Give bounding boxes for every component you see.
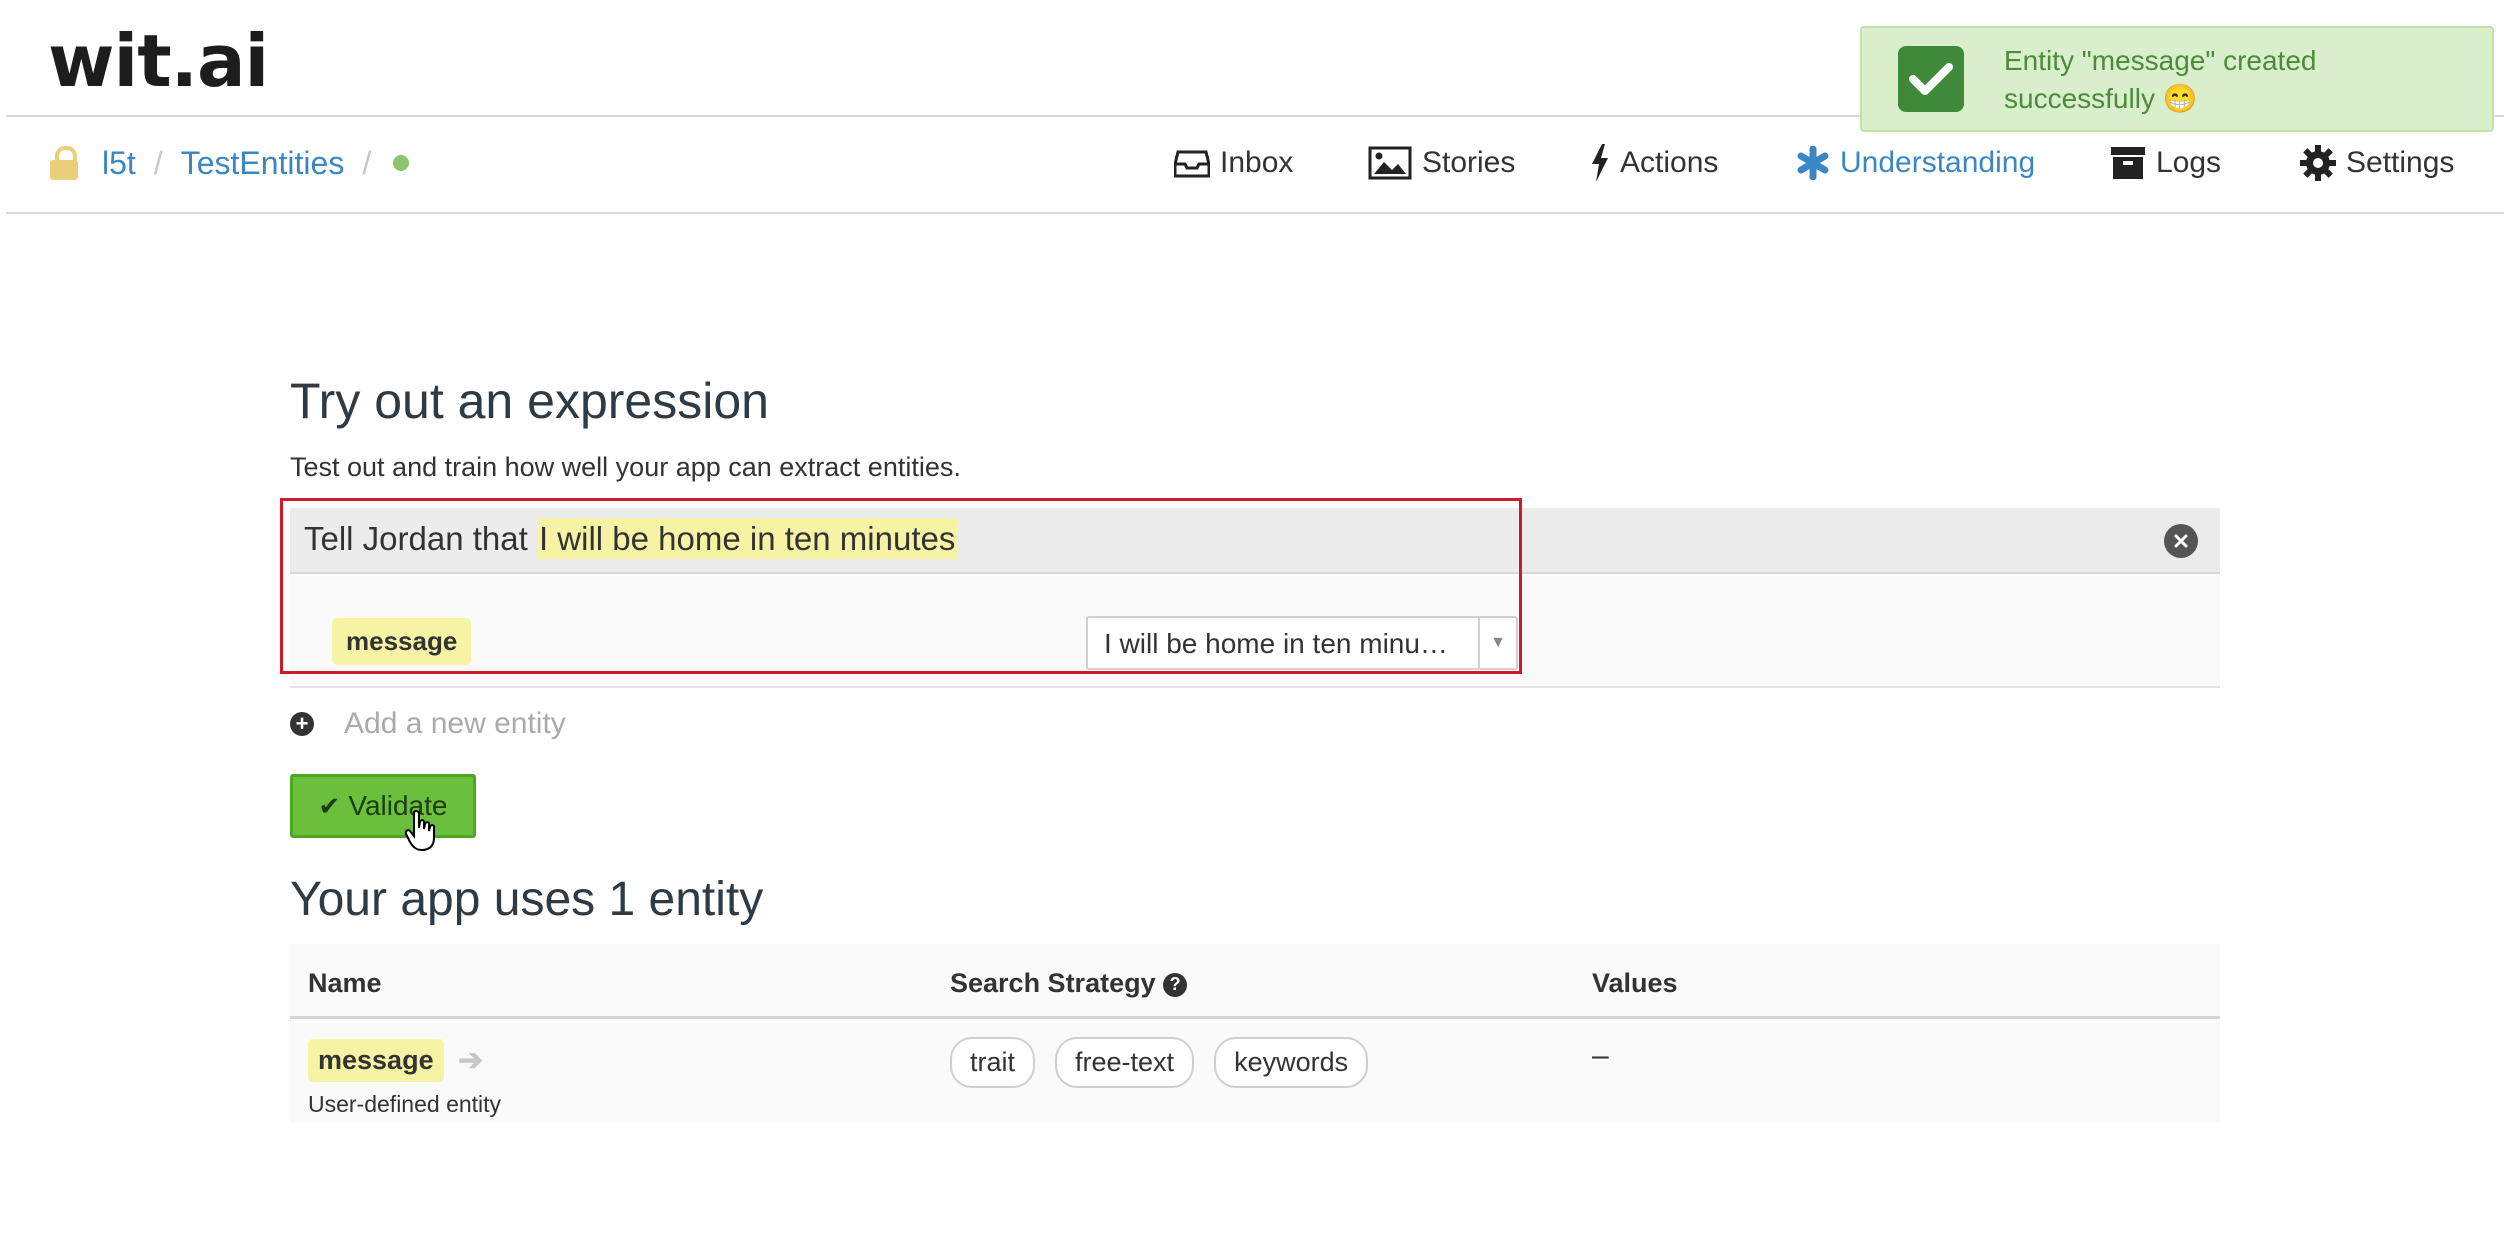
bolt-icon	[1592, 144, 1608, 182]
entity-values: –	[1592, 1039, 1609, 1072]
nav-logs[interactable]: Logs	[2110, 140, 2221, 186]
nav-stories-label: Stories	[1422, 146, 1516, 179]
breadcrumb-app[interactable]: TestEntities	[181, 145, 345, 182]
check-icon: ✔	[318, 790, 341, 821]
strategy-pill[interactable]: free-text	[1055, 1037, 1195, 1088]
nav-inbox-label: Inbox	[1220, 146, 1294, 179]
help-icon[interactable]: ?	[1163, 972, 1188, 997]
breadcrumb-user[interactable]: l5t	[102, 145, 136, 182]
column-name: Name	[308, 968, 382, 998]
breadcrumb: l5t / TestEntities /	[50, 140, 410, 186]
strategy-pill[interactable]: trait	[950, 1037, 1036, 1088]
check-icon	[1898, 46, 1964, 112]
nav-stories[interactable]: Stories	[1368, 140, 1515, 186]
logo[interactable]: wit.ai	[48, 16, 269, 106]
table-header: Name Search Strategy ? Values	[290, 944, 2220, 1019]
image-icon	[1368, 146, 1412, 180]
tryout-subtitle: Test out and train how well your app can…	[290, 452, 961, 482]
status-dot	[393, 155, 410, 171]
entity-description: User-defined entity	[308, 1091, 502, 1117]
nav-divider	[6, 212, 2504, 214]
clear-icon[interactable]	[2164, 524, 2198, 558]
table-row[interactable]: message ➔ User-defined entity trait free…	[290, 1019, 2220, 1123]
nav-actions-label: Actions	[1620, 146, 1719, 179]
arrow-right-icon[interactable]: ➔	[458, 1043, 483, 1078]
inbox-icon	[1174, 150, 1210, 178]
nav-settings[interactable]: Settings	[2300, 140, 2454, 186]
strategy-pills: trait free-text keywords	[950, 1037, 1369, 1088]
plus-circle-icon: +	[290, 712, 314, 736]
hand-cursor-icon	[404, 810, 436, 852]
asterisk-icon	[1797, 146, 1829, 180]
annotation-highlight-box	[280, 498, 1522, 674]
gear-icon	[2300, 145, 2336, 181]
column-search-strategy: Search Strategy ?	[950, 968, 1188, 999]
nav-actions[interactable]: Actions	[1590, 140, 1718, 186]
breadcrumb-separator: /	[153, 144, 163, 181]
breadcrumb-separator: /	[362, 144, 372, 181]
success-toast[interactable]: Entity "message" created successfully 😁	[1860, 26, 2494, 132]
entities-title: Your app uses 1 entity	[290, 873, 764, 926]
column-values: Values	[1592, 968, 1678, 998]
add-entity-label[interactable]: Add a new entity	[344, 707, 566, 741]
nav-logs-label: Logs	[2156, 146, 2222, 179]
validate-button[interactable]: ✔ Validate	[290, 774, 476, 838]
archive-icon	[2111, 147, 2145, 179]
strategy-pill[interactable]: keywords	[1214, 1037, 1369, 1088]
nav-settings-label: Settings	[2346, 146, 2455, 179]
lock-icon	[50, 146, 78, 180]
nav-understanding[interactable]: Understanding	[1796, 140, 2035, 186]
nav-inbox[interactable]: Inbox	[1174, 140, 1293, 186]
add-entity[interactable]: + Add a new entity	[290, 704, 566, 744]
nav-understanding-label: Understanding	[1840, 146, 2036, 179]
tryout-title: Try out an expression	[290, 373, 769, 429]
toast-message: Entity "message" created successfully 😁	[2004, 45, 2317, 114]
entity-name-tag[interactable]: message	[308, 1039, 444, 1082]
